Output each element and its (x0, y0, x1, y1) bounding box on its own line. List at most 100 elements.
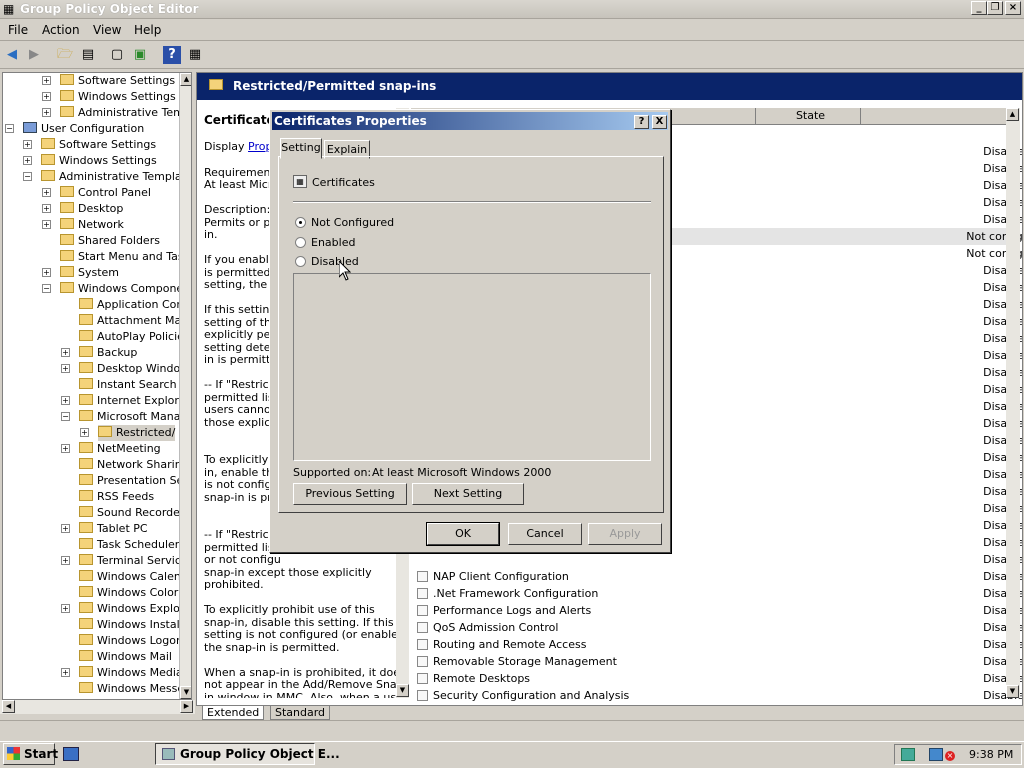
tab-standard[interactable]: Standard (270, 705, 331, 720)
tree-item[interactable]: RSS Feeds (79, 489, 154, 505)
tree-scroll-left-icon[interactable]: ◀ (2, 700, 15, 713)
menu-view[interactable]: View (93, 23, 121, 37)
menu-help[interactable]: Help (134, 23, 161, 37)
cancel-button[interactable]: Cancel (508, 523, 582, 545)
tree-item[interactable]: + Windows Explor (61, 601, 184, 617)
tree-item[interactable]: + Software Settings (23, 137, 156, 153)
expand-icon[interactable]: + (61, 364, 70, 373)
list-item[interactable]: Performance Logs and AlertsDisabled (411, 602, 1022, 619)
list-scroll-down-icon[interactable]: ▼ (1006, 685, 1019, 698)
tree-item[interactable]: + System (42, 265, 119, 281)
tree-item[interactable]: + Windows Settings (23, 153, 157, 169)
expand-icon[interactable]: + (61, 604, 70, 613)
tree-item[interactable]: + Windows Settings (42, 89, 176, 105)
expand-icon[interactable]: + (42, 204, 51, 213)
expand-icon[interactable]: + (61, 396, 70, 405)
tree-item[interactable]: + Tablet PC (61, 521, 148, 537)
expand-icon[interactable]: + (42, 220, 51, 229)
export-list-icon[interactable]: ▣ (131, 46, 149, 64)
minimize-button[interactable]: _ (971, 1, 987, 15)
tree-item[interactable]: + Internet Explore (61, 393, 185, 409)
close-window-button[interactable]: × (1005, 1, 1021, 15)
radio-not-configured-label[interactable]: Not Configured (311, 216, 394, 229)
properties-icon[interactable]: ▢ (108, 46, 126, 64)
tree-item[interactable]: Start Menu and Tas (60, 249, 184, 265)
tree-item[interactable]: − Windows Componer (42, 281, 188, 297)
dialog-help-button[interactable]: ? (634, 115, 649, 129)
tree-item[interactable]: Shared Folders (60, 233, 160, 249)
tree-item[interactable]: Instant Search (79, 377, 177, 393)
show-hide-console-icon[interactable]: ▦ (186, 46, 204, 64)
previous-setting-button[interactable]: Previous Setting (293, 483, 407, 505)
expand-icon[interactable]: + (42, 76, 51, 85)
back-arrow-icon[interactable]: ◀ (3, 46, 21, 64)
radio-disabled[interactable] (295, 256, 306, 267)
dialog-titlebar[interactable]: Certificates Properties ? X (272, 112, 668, 130)
next-setting-button[interactable]: Next Setting (412, 483, 524, 505)
expand-icon[interactable]: + (42, 92, 51, 101)
tree-item[interactable]: Windows Install (79, 617, 183, 633)
expand-icon[interactable]: + (42, 268, 51, 277)
tree-item[interactable]: + NetMeeting (61, 441, 161, 457)
expand-icon[interactable]: + (61, 524, 70, 533)
list-item[interactable]: Routing and Remote AccessDisabled (411, 636, 1022, 653)
restore-button[interactable]: ❐ (987, 1, 1003, 15)
console-tree[interactable]: + Software Settings + Windows Settings + Admi… (2, 72, 192, 700)
tree-item[interactable]: + Terminal Service (61, 553, 188, 569)
list-item[interactable]: .Net Framework ConfigurationDisabled (411, 585, 1022, 602)
tree-item[interactable]: + Windows Media (61, 665, 183, 681)
up-folder-icon[interactable]: 🗁 (56, 46, 74, 64)
list-scroll-up-icon[interactable]: ▲ (1006, 108, 1019, 121)
tree-item[interactable]: Windows Calen (79, 569, 181, 585)
tree-item[interactable]: Network Sharin (79, 457, 182, 473)
list-item[interactable]: QoS Admission ControlDisabled (411, 619, 1022, 636)
tree-item[interactable]: Windows Messe (79, 681, 184, 697)
tree-item[interactable]: + Administrative Template (42, 105, 191, 121)
collapse-icon[interactable]: − (23, 172, 32, 181)
radio-enabled-label[interactable]: Enabled (311, 236, 355, 249)
menu-action[interactable]: Action (42, 23, 80, 37)
tree-item[interactable]: Windows Color (79, 585, 178, 601)
menu-file[interactable]: File (8, 23, 28, 37)
tree-item[interactable]: + Desktop (42, 201, 123, 217)
expand-icon[interactable]: + (61, 556, 70, 565)
tree-item[interactable]: − User Configuration (5, 121, 144, 137)
radio-disabled-label[interactable]: Disabled (311, 255, 359, 268)
tree-item[interactable]: + Desktop Windov (61, 361, 187, 377)
radio-enabled[interactable] (295, 237, 306, 248)
expand-icon[interactable]: + (61, 668, 70, 677)
collapse-icon[interactable]: − (42, 284, 51, 293)
list-item[interactable]: NAP Client ConfigurationDisabled (411, 568, 1022, 585)
tree-item[interactable]: + Network (42, 217, 124, 233)
help-icon[interactable]: ? (163, 46, 181, 64)
tree-horizontal-scrollbar[interactable]: ◀ ▶ (0, 700, 195, 714)
collapse-icon[interactable]: − (5, 124, 14, 133)
expand-icon[interactable]: + (61, 348, 70, 357)
tree-item[interactable]: + Backup (61, 345, 137, 361)
expand-icon[interactable]: + (80, 428, 89, 437)
list-item[interactable]: Disabled (411, 551, 1022, 568)
tree-item[interactable]: + Control Panel (42, 185, 151, 201)
apply-button[interactable]: Apply (588, 523, 662, 545)
collapse-icon[interactable]: − (61, 412, 70, 421)
expand-icon[interactable]: + (42, 108, 51, 117)
tree-scroll-up-icon[interactable]: ▲ (180, 73, 191, 86)
list-vertical-scrollbar[interactable]: ▲ ▼ (1006, 108, 1020, 698)
tray-security-icon[interactable] (901, 748, 915, 761)
tree-item[interactable]: − Microsoft Mana (61, 409, 181, 425)
tree-item[interactable]: Windows Mail (79, 649, 172, 665)
forward-arrow-icon[interactable]: ▶ (25, 46, 43, 64)
tray-network-icon[interactable] (929, 748, 943, 761)
show-desktop-icon[interactable] (63, 747, 79, 761)
tab-setting[interactable]: Setting (280, 138, 322, 159)
tree-scroll-down-icon[interactable]: ▼ (180, 686, 191, 699)
ok-button[interactable]: OK (426, 522, 500, 546)
tree-item[interactable]: Application Com (79, 297, 187, 313)
desc-scroll-down-icon[interactable]: ▼ (396, 684, 409, 697)
tree-scroll-right-icon[interactable]: ▶ (180, 700, 193, 713)
dialog-close-button[interactable]: X (652, 115, 667, 129)
taskbar-group-policy-button[interactable]: Group Policy Object E... (155, 743, 340, 765)
expand-icon[interactable]: + (61, 444, 70, 453)
tree-item[interactable]: Presentation Se (79, 473, 183, 489)
show-tree-icon[interactable]: ▤ (79, 46, 97, 64)
